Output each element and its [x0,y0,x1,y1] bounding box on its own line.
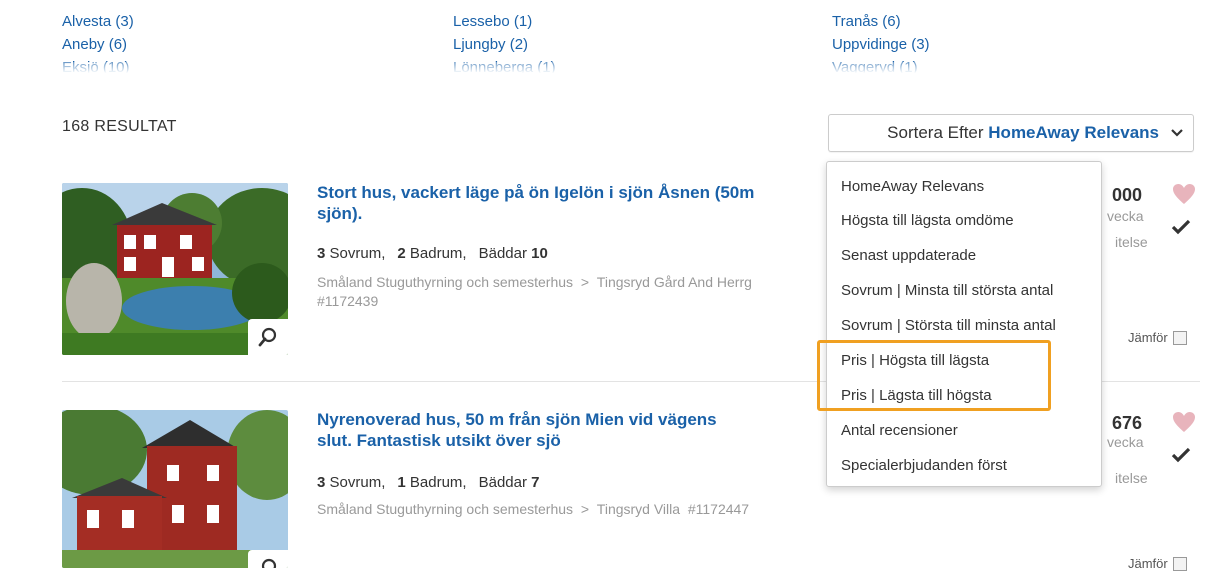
location-link[interactable]: Alvesta (3) [62,10,134,33]
checkmark-icon [1171,447,1191,468]
sort-option[interactable]: Antal recensioner [841,421,958,441]
checkbox[interactable] [1172,330,1187,345]
listing-specs: 3 Sovrum, 1 Badrum, Bäddar 7 [317,474,540,491]
sort-prefix: Sortera Efter [887,123,984,142]
sort-option[interactable]: Sovrum | Minsta till största antal [841,281,1053,301]
listing-price: 676 [1112,413,1143,433]
listing-title[interactable]: Nyrenoverad hus, 50 m från sjön Mien vid… [317,409,857,451]
listing-id: #1172447 [687,501,750,517]
listing-photo[interactable] [62,410,288,568]
sort-value: HomeAway Relevans [988,123,1159,142]
property-category: Tingsryd Gård And Herrg [596,274,752,290]
sort-select[interactable]: Sortera Efter HomeAway Relevans [828,114,1194,152]
price-note: itelse [1115,234,1148,250]
provider-name: Småland Stuguthyrning och semesterhus [317,274,574,290]
listing-specs: 3 Sovrum, 2 Badrum, Bäddar 10 [317,245,548,262]
checkmark-icon [1171,219,1191,240]
price-unit: vecka [1107,208,1144,224]
highlight-box [817,340,1051,411]
location-link[interactable]: Aneby (6) [62,33,134,56]
sort-option[interactable]: Senast uppdaterade [841,246,976,266]
property-category: Tingsryd Villa [596,501,681,517]
chevron-right-icon: > [580,274,590,290]
price-unit: vecka [1107,434,1144,450]
location-link[interactable]: Lessebo (1) [453,10,556,33]
sort-dropdown-menu: HomeAway Relevans Högsta till lägsta omd… [826,161,1102,487]
chevron-right-icon: > [580,501,590,517]
listing-title[interactable]: Stort hus, vackert läge på ön Igelön i s… [317,182,857,224]
location-link[interactable]: Tranås (6) [832,10,930,33]
location-link[interactable]: Ljungby (2) [453,33,556,56]
sort-option[interactable]: Sovrum | Största till minsta antal [841,316,1056,336]
provider-name: Småland Stuguthyrning och semesterhus [317,501,574,517]
compare-checkbox[interactable]: Jämför [1128,330,1187,345]
magnifier-icon[interactable] [248,319,288,355]
location-link[interactable]: Uppvidinge (3) [832,33,930,56]
compare-checkbox[interactable]: Jämför [1128,556,1187,571]
location-list-fade [0,62,1212,78]
price-note: itelse [1115,470,1148,486]
listing-meta: Småland Stuguthyrning och semesterhus > … [317,500,749,519]
results-count: 168 RESULTAT [62,118,177,135]
magnifier-icon[interactable] [248,550,288,568]
heart-icon[interactable] [1172,411,1196,438]
checkbox[interactable] [1172,556,1187,571]
listing-meta: Småland Stuguthyrning och semesterhus > … [317,273,752,311]
sort-option[interactable]: Specialerbjudanden först [841,456,1007,476]
sort-option[interactable]: HomeAway Relevans [841,177,984,197]
sort-option[interactable]: Högsta till lägsta omdöme [841,211,1014,231]
listing-price: 000 [1112,185,1143,205]
chevron-down-icon [1171,115,1183,165]
listing-id: #1172439 [317,293,379,309]
listing-photo[interactable] [62,183,288,355]
heart-icon[interactable] [1172,183,1196,210]
